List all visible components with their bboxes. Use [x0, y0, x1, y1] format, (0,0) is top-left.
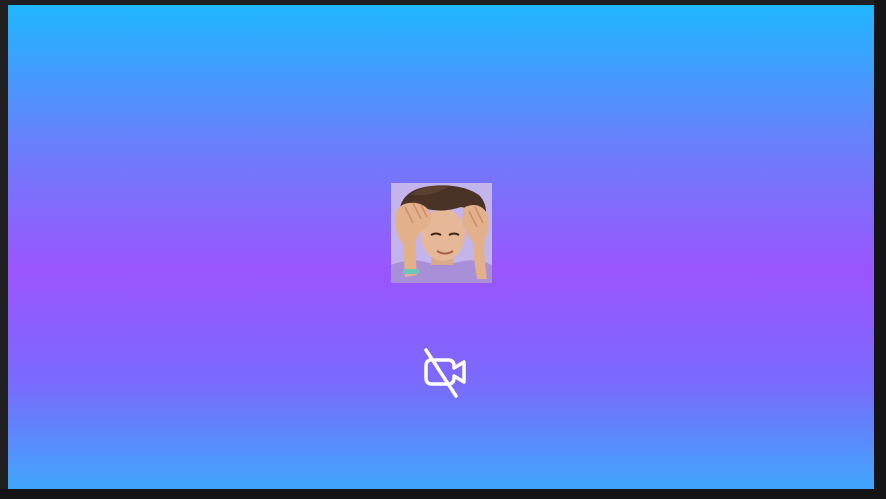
video-camera-off-icon[interactable]: [416, 344, 472, 400]
video-call-window: [0, 0, 886, 499]
avatar-photo: [391, 183, 492, 283]
window-right-border: [874, 0, 886, 499]
participant-video-tile[interactable]: [8, 5, 874, 489]
window-bottom-border: [0, 489, 886, 499]
camera-off-glyph: [424, 348, 466, 398]
participant-avatar: [391, 183, 492, 283]
